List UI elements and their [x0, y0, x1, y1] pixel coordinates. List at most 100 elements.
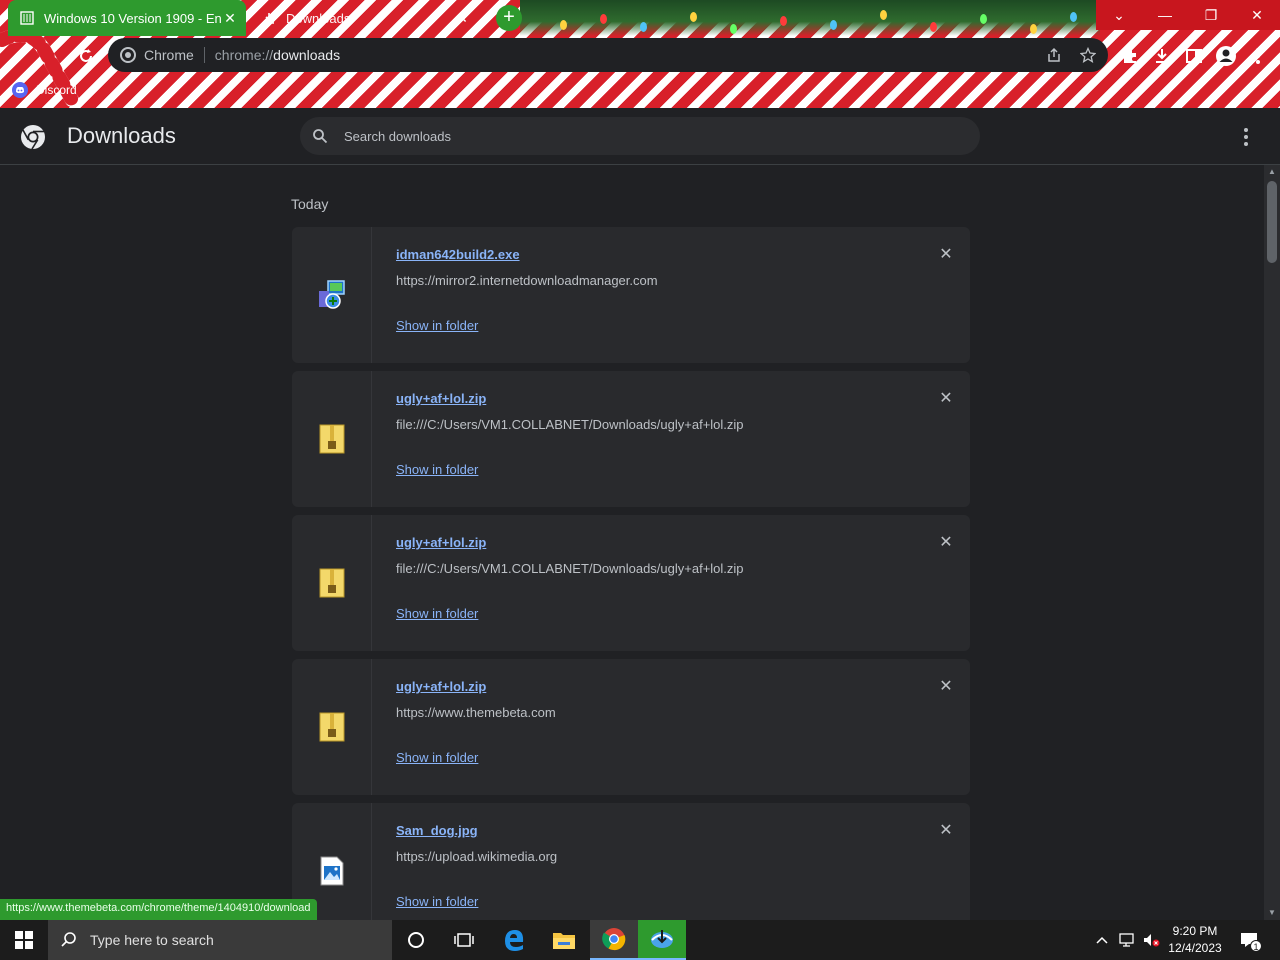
source-url: https://www.themebeta.com [396, 705, 556, 720]
task-view-button[interactable] [440, 920, 488, 960]
download-manager-button[interactable] [638, 920, 686, 960]
status-url: https://www.themebeta.com/chrome/theme/1… [6, 902, 311, 914]
tab-downloads[interactable]: Downloads ✕ [256, 0, 478, 36]
kebab-dot [1244, 135, 1248, 139]
taskbar-search-input[interactable] [88, 931, 378, 949]
action-center-button[interactable]: 1 [1234, 920, 1264, 960]
minimize-button[interactable]: — [1142, 0, 1188, 30]
cortana-circle-icon [408, 932, 424, 948]
side-panel-button[interactable] [1182, 44, 1206, 68]
card-divider [371, 803, 372, 920]
show-in-folder-link[interactable]: Show in folder [396, 318, 478, 333]
close-tab-icon[interactable]: ✕ [222, 10, 238, 26]
file-name-link[interactable]: ugly+af+lol.zip [396, 679, 486, 694]
taskbar-clock[interactable]: 9:20 PM 12/4/2023 [1162, 923, 1228, 957]
downloads-button[interactable] [1150, 44, 1174, 68]
network-button[interactable] [1116, 920, 1138, 960]
kebab-dot [1244, 128, 1248, 132]
new-tab-button[interactable]: + [496, 5, 522, 31]
close-window-button[interactable]: ✕ [1234, 0, 1280, 30]
remove-download-icon[interactable]: ✕ [936, 245, 956, 265]
volume-button[interactable] [1140, 920, 1162, 960]
file-name-link[interactable]: idman642build2.exe [396, 247, 520, 262]
scroll-up-arrow-icon[interactable]: ▲ [1264, 165, 1280, 179]
page-title: Downloads [67, 123, 176, 148]
show-hidden-icons-button[interactable] [1092, 920, 1112, 960]
address-bar[interactable]: Chrome chrome://downloads [108, 38, 1108, 72]
downloads-menu-button[interactable] [1236, 128, 1256, 146]
download-favicon-icon [264, 13, 274, 24]
tab-windows-10[interactable]: Windows 10 Version 1909 - English ✕ [8, 0, 246, 36]
bookmark-discord[interactable]: Discord [12, 80, 77, 100]
scrollbar-thumb[interactable] [1267, 181, 1277, 263]
reload-button[interactable] [74, 44, 98, 68]
file-name-link[interactable]: Sam_dog.jpg [396, 823, 478, 838]
file-name-link[interactable]: ugly+af+lol.zip [396, 535, 486, 550]
clock-time: 9:20 PM [1172, 924, 1218, 938]
file-icon-cell [292, 227, 372, 363]
chrome-logo-icon [21, 125, 45, 150]
search-input[interactable] [342, 127, 942, 145]
card-divider [371, 371, 372, 507]
scroll-down-arrow-icon[interactable]: ▼ [1264, 906, 1280, 920]
windows-taskbar: 9:20 PM 12/4/2023 1 [0, 920, 1280, 960]
downloads-list: Today idman642build2.exe https://mirror2… [0, 165, 1264, 920]
card-divider [371, 227, 372, 363]
exe-installer-icon [319, 280, 345, 309]
taskbar-search-box[interactable] [48, 920, 392, 960]
show-in-folder-link[interactable]: Show in folder [396, 894, 478, 909]
start-button[interactable] [0, 920, 48, 960]
source-url: file:///C:/Users/VM1.COLLABNET/Downloads… [396, 417, 744, 432]
close-tab-icon[interactable]: ✕ [454, 10, 470, 26]
file-name-link[interactable]: ugly+af+lol.zip [396, 391, 486, 406]
url-scheme: chrome:// [214, 47, 274, 63]
date-section-label: Today [291, 196, 329, 212]
tab-title: Windows 10 Version 1909 - English [44, 10, 222, 26]
restore-button[interactable]: ❐ [1188, 0, 1234, 30]
chrome-logo-icon [602, 928, 626, 951]
vertical-scrollbar[interactable]: ▲ ▼ [1264, 165, 1280, 920]
remove-download-icon[interactable]: ✕ [936, 677, 956, 697]
omnibox-separator [203, 47, 205, 63]
show-in-folder-link[interactable]: Show in folder [396, 606, 478, 621]
page-favicon-icon [20, 11, 34, 25]
link-status-bubble: https://www.themebeta.com/chrome/theme/1… [0, 899, 317, 920]
cortana-button[interactable] [392, 920, 440, 960]
chrome-taskbar-button[interactable] [590, 920, 638, 960]
extensions-button[interactable] [1118, 44, 1142, 68]
remove-download-icon[interactable]: ✕ [936, 821, 956, 841]
task-view-icon [454, 933, 474, 947]
remove-download-icon[interactable]: ✕ [936, 389, 956, 409]
zip-file-icon [319, 424, 345, 454]
search-box[interactable] [300, 117, 980, 155]
chevron-up-icon [1096, 936, 1108, 944]
notification-count-badge: 1 [1250, 940, 1262, 952]
remove-download-icon[interactable]: ✕ [936, 533, 956, 553]
chrome-logo-icon [120, 47, 136, 63]
show-in-folder-link[interactable]: Show in folder [396, 462, 478, 477]
zip-file-icon [319, 568, 345, 598]
zip-file-icon [319, 712, 345, 742]
bookmark-star-icon[interactable] [1080, 47, 1096, 63]
puzzle-icon [1124, 49, 1136, 63]
file-icon-cell [292, 515, 372, 651]
folder-icon [553, 933, 575, 949]
edge-logo-icon [505, 930, 524, 951]
side-panel-icon [1186, 49, 1202, 63]
download-item: ugly+af+lol.zip file:///C:/Users/VM1.COL… [292, 371, 970, 507]
download-icon [1156, 49, 1168, 63]
show-in-folder-link[interactable]: Show in folder [396, 750, 478, 765]
share-icon[interactable] [1046, 47, 1062, 63]
download-item: ugly+af+lol.zip https://www.themebeta.co… [292, 659, 970, 795]
site-label: Chrome [144, 47, 194, 63]
chrome-menu-button[interactable] [1246, 44, 1270, 68]
card-divider [371, 659, 372, 795]
source-url: file:///C:/Users/VM1.COLLABNET/Downloads… [396, 561, 744, 576]
download-item: Sam_dog.jpg https://upload.wikimedia.org… [292, 803, 970, 920]
kebab-dot [1244, 142, 1248, 146]
file-explorer-button[interactable] [540, 920, 588, 960]
edge-button[interactable] [490, 920, 538, 960]
profile-button[interactable] [1214, 44, 1238, 68]
tab-search-button[interactable]: ⌄ [1096, 0, 1142, 30]
christmas-garland [520, 0, 1100, 36]
